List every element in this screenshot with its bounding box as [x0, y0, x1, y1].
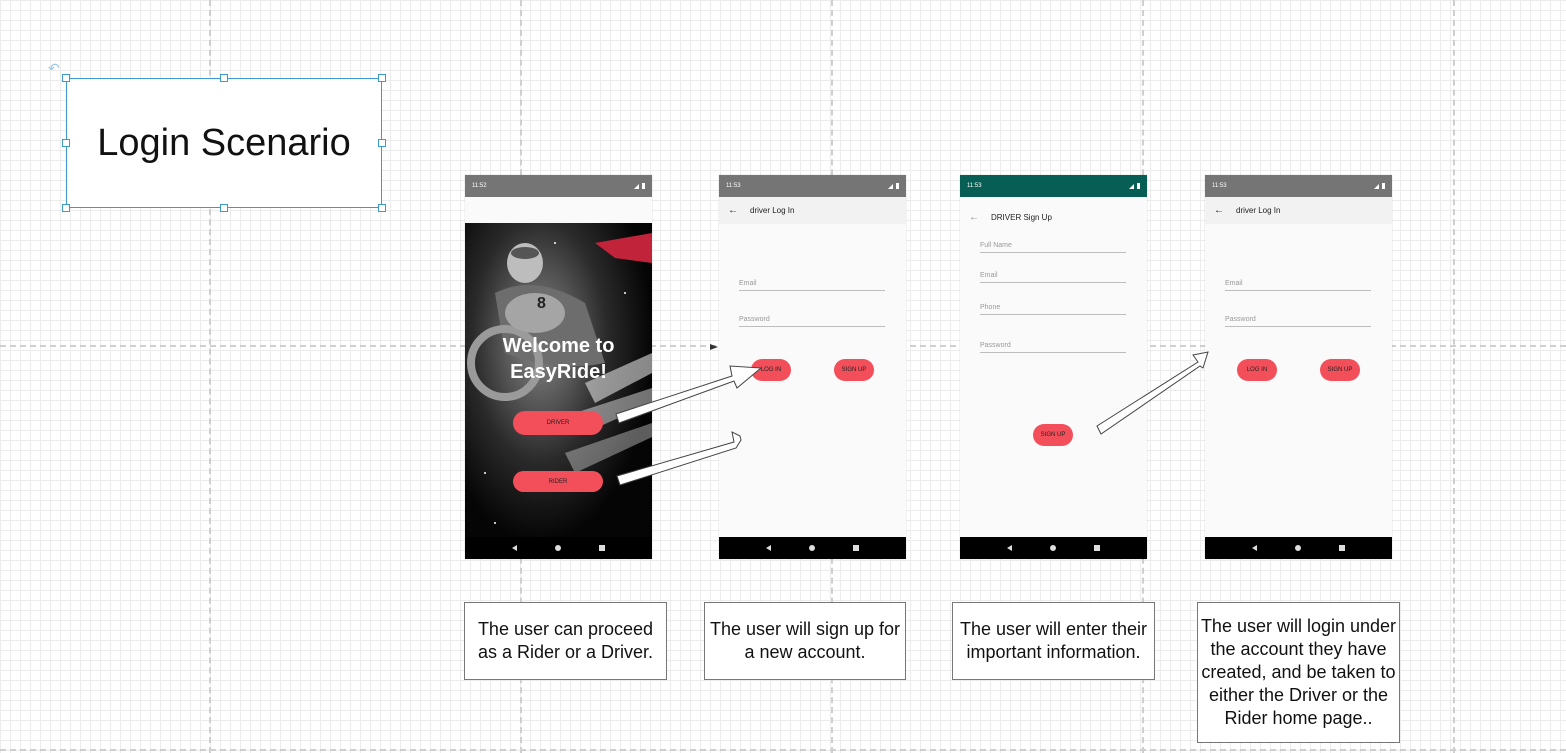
flow-arrow: [616, 431, 742, 486]
flow-arrow: [710, 344, 718, 350]
flow-arrow: [1096, 351, 1209, 435]
flow-arrow: [615, 365, 763, 424]
caption-welcome[interactable]: The user can proceed as a Rider or a Dri…: [464, 602, 667, 680]
caption-login[interactable]: The user will login under the account th…: [1197, 602, 1400, 743]
caption-enter-info[interactable]: The user will enter their important info…: [952, 602, 1155, 680]
caption-signup[interactable]: The user will sign up for a new account.: [704, 602, 906, 680]
